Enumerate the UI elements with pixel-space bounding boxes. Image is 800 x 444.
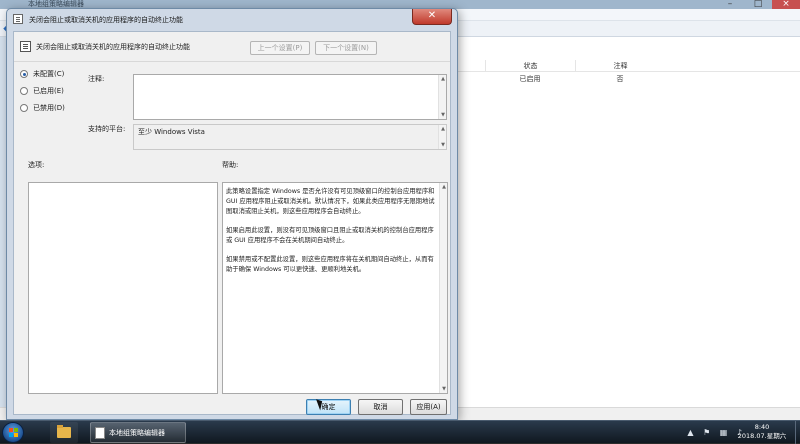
radio-button-checked[interactable] <box>20 70 28 78</box>
supported-on-box: 至少 Windows Vista ▲ ▼ <box>133 124 447 150</box>
scroll-down-icon[interactable]: ▼ <box>439 111 447 119</box>
app-icon <box>95 427 105 439</box>
scroll-down-icon[interactable]: ▼ <box>440 385 448 393</box>
options-pane <box>28 182 218 394</box>
supported-on-value: 至少 Windows Vista <box>138 128 205 136</box>
list-row[interactable]: 已启用 否 <box>455 73 800 86</box>
help-paragraph: 此策略设置指定 Windows 是否允许没有可见顶级窗口的控制台应用程序和 GU… <box>226 188 435 215</box>
folder-icon <box>57 425 71 438</box>
list-cell-state: 已启用 <box>519 75 541 83</box>
help-paragraph: 如果禁用或不配置此设置，则这些应用程序将在关机期间自动终止，从而有助于确保 Wi… <box>226 256 434 273</box>
help-pane: 此策略设置指定 Windows 是否允许没有可见顶级窗口的控制台应用程序和 GU… <box>222 182 448 394</box>
scroll-up-icon[interactable]: ▲ <box>439 75 447 83</box>
clock-time: 8:40 <box>754 423 770 431</box>
show-desktop-button[interactable] <box>795 421 800 444</box>
clock-date: 2018.07.星期六 <box>737 432 787 440</box>
tray-expand-icon[interactable]: ▲ <box>687 428 693 437</box>
close-icon[interactable]: ✕ <box>412 9 452 25</box>
taskbar: 本地组策略编辑器 ▲ ⚑ ▦ ♪ 8:40 2018.07.星期六 <box>0 420 800 444</box>
column-header-state[interactable]: 状态 <box>485 60 575 72</box>
network-icon[interactable]: ▦ <box>720 428 728 437</box>
start-orb-icon[interactable] <box>2 422 24 443</box>
ok-button[interactable]: 确定 <box>306 399 351 415</box>
policy-name: 关闭会阻止或取消关机的应用程序的自动终止功能 <box>36 43 190 51</box>
comment-label: 注释: <box>88 75 105 83</box>
dialog-title: 关闭会阻止或取消关机的应用程序的自动终止功能 <box>29 16 183 24</box>
radio-label: 未配置(C) <box>33 70 65 78</box>
help-text: 此策略设置指定 Windows 是否允许没有可见顶级窗口的控制台应用程序和 GU… <box>226 187 438 284</box>
comment-scrollbar[interactable]: ▲ ▼ <box>438 75 446 119</box>
divider <box>14 61 450 62</box>
windows-flag-icon <box>9 428 18 437</box>
supported-on-scrollbar[interactable]: ▲ ▼ <box>438 125 446 149</box>
scroll-up-icon[interactable]: ▲ <box>440 183 448 191</box>
apply-button[interactable]: 应用(A) <box>410 399 447 415</box>
background-close-icon[interactable]: × <box>772 0 800 9</box>
help-label: 帮助: <box>222 161 239 169</box>
policy-dialog: 关闭会阻止或取消关机的应用程序的自动终止功能 ✕ 关闭会阻止或取消关机的应用程序… <box>6 8 458 420</box>
dialog-client-area: 关闭会阻止或取消关机的应用程序的自动终止功能 上一个设置(P) 下一个设置(N)… <box>13 31 451 415</box>
scroll-up-icon[interactable]: ▲ <box>439 125 447 133</box>
taskbar-app-button[interactable]: 本地组策略编辑器 <box>90 422 186 443</box>
taskbar-explorer-button[interactable] <box>50 422 78 443</box>
list-header: 状态 注释 <box>455 60 800 72</box>
comment-textarea[interactable]: ▲ ▼ <box>133 74 447 120</box>
radio-label: 已禁用(D) <box>33 104 65 112</box>
maximize-icon[interactable]: □ <box>744 0 772 9</box>
policy-title-icon <box>13 14 23 24</box>
policy-icon <box>20 41 31 52</box>
list-cell-comment: 否 <box>616 75 624 83</box>
supported-on-label: 支持的平台: <box>88 125 126 133</box>
help-paragraph: 如果启用此设置，则没有可见顶级窗口且阻止或取消关机的控制台应用程序或 GUI 应… <box>226 227 434 244</box>
clock[interactable]: 8:40 2018.07.星期六 <box>732 423 792 441</box>
minimize-icon[interactable]: – <box>716 0 744 9</box>
scroll-down-icon[interactable]: ▼ <box>439 141 447 149</box>
column-header-comment[interactable]: 注释 <box>575 60 665 72</box>
radio-button[interactable] <box>20 87 28 95</box>
previous-setting-button[interactable]: 上一个设置(P) <box>250 41 310 55</box>
help-scrollbar[interactable]: ▲ ▼ <box>439 183 447 393</box>
dialog-titlebar[interactable]: 关闭会阻止或取消关机的应用程序的自动终止功能 ✕ <box>7 9 457 31</box>
cancel-button[interactable]: 取消 <box>358 399 403 415</box>
next-setting-button[interactable]: 下一个设置(N) <box>315 41 377 55</box>
radio-label: 已启用(E) <box>33 87 64 95</box>
flag-icon[interactable]: ⚑ <box>703 428 710 437</box>
options-label: 选项: <box>28 161 45 169</box>
taskbar-app-label: 本地组策略编辑器 <box>109 429 165 437</box>
radio-button[interactable] <box>20 104 28 112</box>
